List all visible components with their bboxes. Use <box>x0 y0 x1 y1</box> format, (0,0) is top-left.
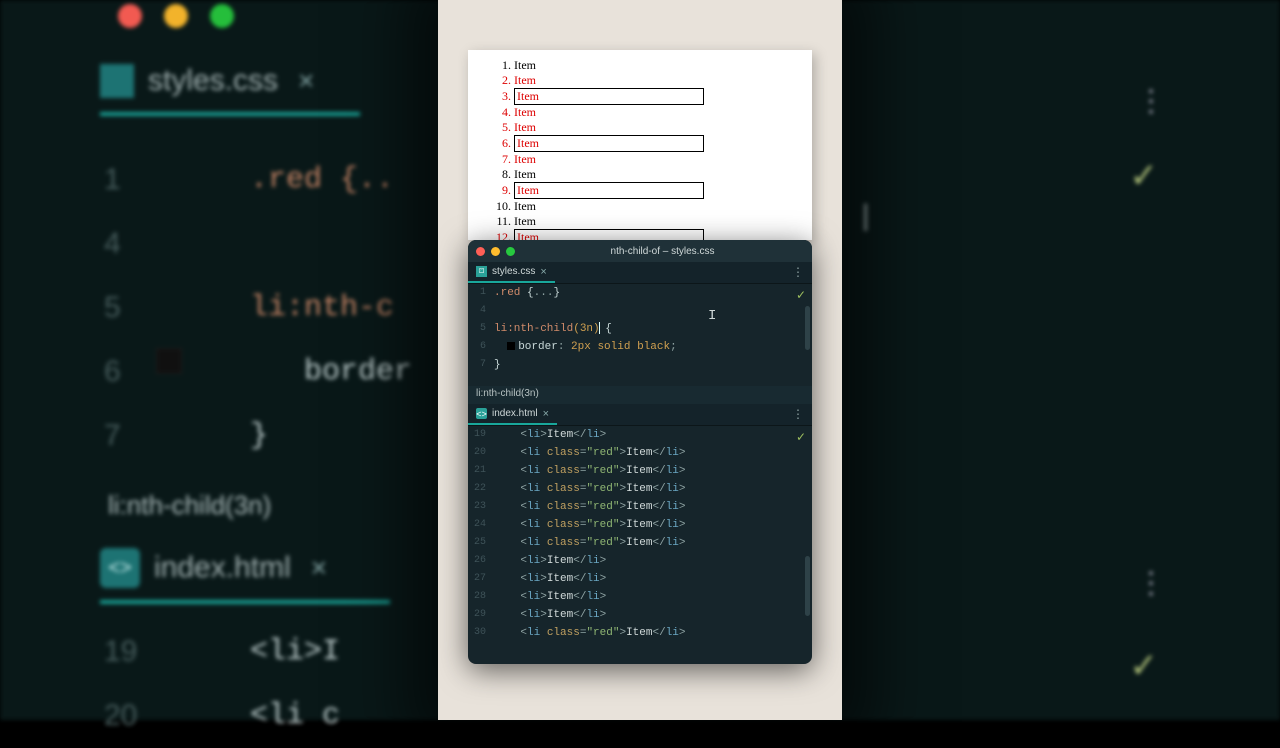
scrollbar-thumb[interactable] <box>805 556 810 616</box>
code-line[interactable]: 4 <box>468 302 812 320</box>
list-item: Item <box>514 58 800 73</box>
list-item: Item <box>514 229 800 240</box>
scrollbar-thumb[interactable] <box>805 306 810 350</box>
code-line[interactable]: 5li:nth-child(3n) { <box>468 320 812 338</box>
browser-preview[interactable]: ItemItemItemItemItemItemItemItemItemItem… <box>468 50 812 240</box>
close-icon[interactable] <box>476 247 485 256</box>
code-line[interactable]: 7} <box>468 356 812 374</box>
css-code-pane[interactable]: ✓ I 1.red {...}45li:nth-child(3n) {6 bor… <box>468 284 812 386</box>
css3-icon: ⌑ <box>476 266 487 277</box>
bg-zoom-icon <box>210 4 234 28</box>
tab-label: styles.css <box>492 266 535 277</box>
code-line[interactable]: 6 border: 2px solid black; <box>468 338 812 356</box>
more-icon: ⋮ <box>1136 84 1168 119</box>
code-line[interactable]: 21 <li class="red">Item</li> <box>468 462 812 480</box>
bg-close-icon <box>118 4 142 28</box>
text-cursor-icon: I <box>708 308 716 324</box>
list-item: Item <box>514 105 800 120</box>
bg-code: .red {.. li:nth-c border } <box>250 148 412 468</box>
tab-styles-css[interactable]: ⌑ styles.css × <box>468 262 555 283</box>
list-item: Item <box>514 199 800 214</box>
code-line[interactable]: 30 <li class="red">Item</li> <box>468 624 812 642</box>
tab-label: index.html <box>492 408 538 419</box>
close-icon[interactable]: × <box>543 408 549 420</box>
tabbar-css: ⌑ styles.css × ⋮ <box>468 262 812 284</box>
bg-tab-css: styles.css <box>148 64 278 98</box>
foreground-column: ItemItemItemItemItemItemItemItemItemItem… <box>438 0 842 720</box>
list-item: Item <box>514 167 800 182</box>
more-icon[interactable]: ⋮ <box>792 407 804 422</box>
bg-code-html: <li>I <li c <box>250 620 340 748</box>
bg-gutter: 14567 <box>104 148 121 468</box>
check-icon: ✓ <box>1130 646 1159 686</box>
code-line[interactable]: 20 <li class="red">Item</li> <box>468 444 812 462</box>
bg-tab-html: index.html <box>154 551 291 585</box>
code-line[interactable]: 26 <li>Item</li> <box>468 552 812 570</box>
close-icon: × <box>311 552 327 584</box>
bg-breadcrumb: li:nth-child(3n) <box>108 490 271 521</box>
close-icon: × <box>298 65 314 97</box>
list-item: Item <box>514 182 800 199</box>
html5-icon: <> <box>476 408 487 419</box>
html-code-pane[interactable]: ✓ 19 <li>Item</li>20 <li class="red">Ite… <box>468 426 812 646</box>
text-cursor-icon: I <box>860 196 880 241</box>
list-item: Item <box>514 88 800 105</box>
code-line[interactable]: 19 <li>Item</li> <box>468 426 812 444</box>
code-line[interactable]: 1.red {...} <box>468 284 812 302</box>
list-item: Item <box>514 135 800 152</box>
list-item: Item <box>514 152 800 167</box>
code-line[interactable]: 23 <li class="red">Item</li> <box>468 498 812 516</box>
editor-titlebar[interactable]: nth-child-of – styles.css <box>468 240 812 262</box>
bg-minimize-icon <box>164 4 188 28</box>
check-icon: ✓ <box>796 288 806 303</box>
check-icon: ✓ <box>1130 156 1159 196</box>
code-line[interactable]: 24 <li class="red">Item</li> <box>468 516 812 534</box>
tab-index-html[interactable]: <> index.html × <box>468 404 557 425</box>
code-line[interactable]: 28 <li>Item</li> <box>468 588 812 606</box>
editor-window: nth-child-of – styles.css ⌑ styles.css ×… <box>468 240 812 664</box>
color-swatch-icon <box>507 342 515 350</box>
code-line[interactable]: 22 <li class="red">Item</li> <box>468 480 812 498</box>
tabbar-html: <> index.html × ⋮ <box>468 404 812 426</box>
more-icon[interactable]: ⋮ <box>792 265 804 280</box>
code-line[interactable]: 25 <li class="red">Item</li> <box>468 534 812 552</box>
window-title: nth-child-of – styles.css <box>521 246 804 257</box>
close-icon[interactable]: × <box>540 266 546 278</box>
check-icon: ✓ <box>796 430 806 445</box>
code-line[interactable]: 29 <li>Item</li> <box>468 606 812 624</box>
list-item: Item <box>514 214 800 229</box>
list-item: Item <box>514 73 800 88</box>
css3-icon <box>100 64 134 98</box>
zoom-icon[interactable] <box>506 247 515 256</box>
breadcrumb[interactable]: li:nth-child(3n) <box>468 386 812 404</box>
more-icon: ⋮ <box>1136 566 1168 601</box>
minimize-icon[interactable] <box>491 247 500 256</box>
preview-list: ItemItemItemItemItemItemItemItemItemItem… <box>500 58 800 240</box>
code-line[interactable]: 27 <li>Item</li> <box>468 570 812 588</box>
list-item: Item <box>514 120 800 135</box>
html5-icon: <> <box>100 548 140 588</box>
bg-gutter-html: 1920 <box>104 620 137 748</box>
color-swatch-icon <box>156 348 182 374</box>
